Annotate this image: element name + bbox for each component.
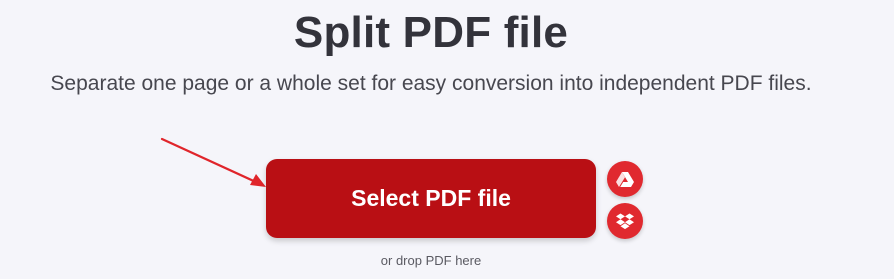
dropbox-button[interactable]: [607, 203, 643, 239]
select-pdf-file-button[interactable]: Select PDF file: [266, 159, 596, 238]
page-title: Split PDF file: [293, 8, 569, 57]
google-drive-button[interactable]: [607, 161, 643, 197]
split-pdf-page: Split PDF file Separate one page or a wh…: [0, 0, 894, 279]
dropbox-icon: [616, 213, 634, 229]
page-subtitle: Separate one page or a whole set for eas…: [50, 72, 812, 95]
google-drive-icon: [616, 172, 634, 187]
drop-pdf-hint: or drop PDF here: [380, 253, 482, 268]
